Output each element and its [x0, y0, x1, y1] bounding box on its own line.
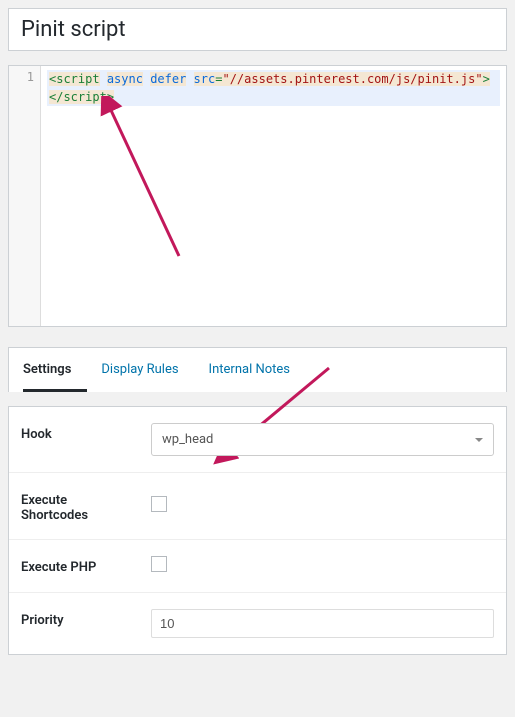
tab-settings[interactable]: Settings — [23, 348, 87, 392]
php-checkbox[interactable] — [151, 556, 167, 572]
row-hook: Hook wp_head — [9, 407, 506, 473]
hook-select[interactable]: wp_head — [151, 423, 494, 456]
tab-internal-notes[interactable]: Internal Notes — [209, 348, 306, 392]
row-priority: Priority — [9, 593, 506, 655]
hook-label: Hook — [9, 407, 139, 473]
code-editor[interactable]: <script async defer src="//assets.pinter… — [41, 66, 506, 326]
row-shortcodes: Execute Shortcodes — [9, 473, 506, 540]
settings-table: Hook wp_head Execute Shortcodes Execute … — [9, 407, 506, 654]
page-title: Pinit script — [21, 17, 494, 42]
shortcodes-checkbox[interactable] — [151, 496, 167, 512]
hook-select-value: wp_head — [162, 432, 213, 447]
php-label: Execute PHP — [9, 540, 139, 593]
tabs-bar: Settings Display Rules Internal Notes — [9, 348, 506, 392]
tabs-panel: Settings Display Rules Internal Notes — [8, 347, 507, 392]
row-php: Execute PHP — [9, 540, 506, 593]
code-gutter: 1 — [9, 66, 41, 326]
settings-panel: Hook wp_head Execute Shortcodes Execute … — [8, 406, 507, 655]
shortcodes-label: Execute Shortcodes — [9, 473, 139, 540]
title-panel: Pinit script — [8, 8, 507, 51]
priority-label: Priority — [9, 593, 139, 655]
line-number: 1 — [27, 70, 34, 84]
tab-display-rules[interactable]: Display Rules — [101, 348, 194, 392]
code-editor-panel: 1 <script async defer src="//assets.pint… — [8, 65, 507, 327]
priority-input[interactable] — [151, 609, 494, 638]
